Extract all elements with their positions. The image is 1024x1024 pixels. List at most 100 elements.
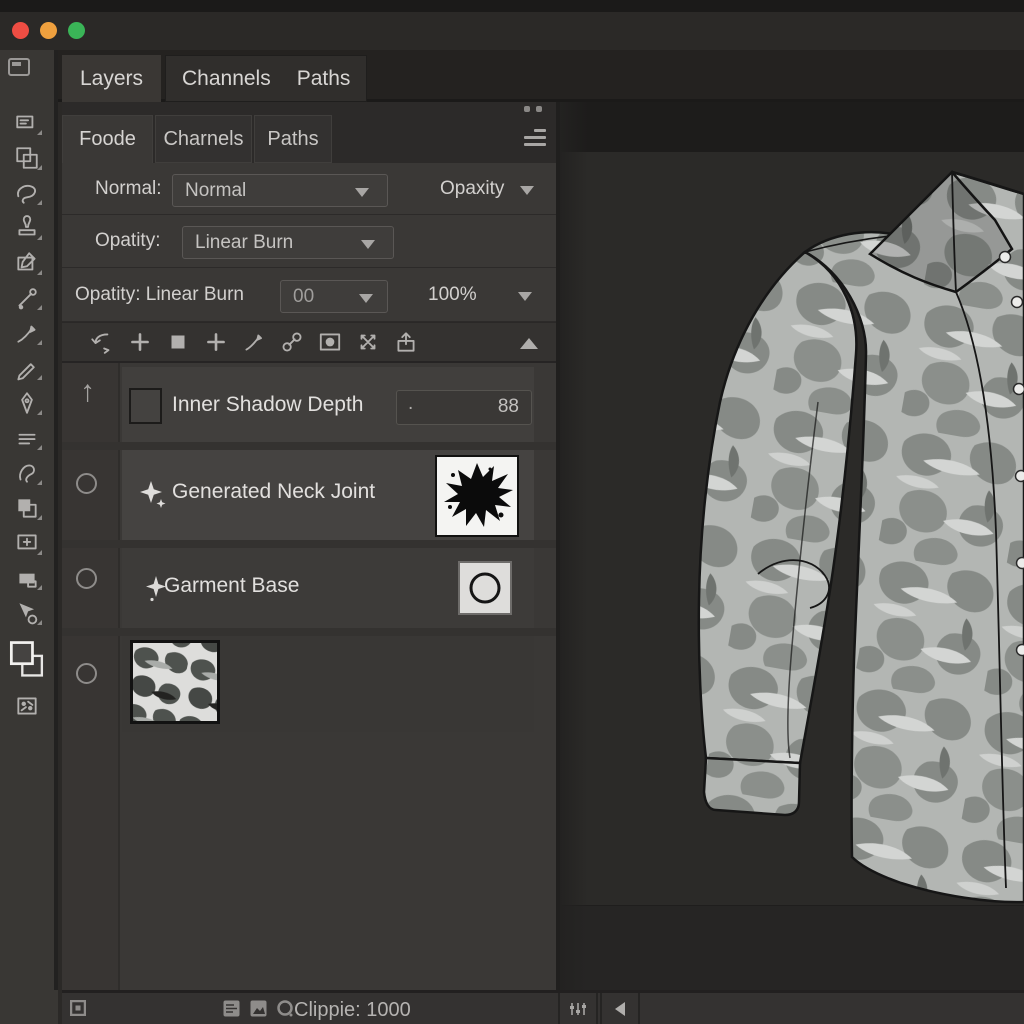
collapse-triangle-icon[interactable] xyxy=(520,338,538,349)
shirt-illustration xyxy=(560,102,1024,990)
shirt-sleeve xyxy=(699,252,857,763)
layer-row-pattern[interactable] xyxy=(122,636,534,732)
brush-icon[interactable] xyxy=(240,329,268,355)
smudge-tool-icon[interactable] xyxy=(9,458,45,487)
lasso-tool-icon[interactable] xyxy=(9,178,45,207)
crop-tool-icon[interactable] xyxy=(9,248,45,277)
layer-row-generated-neck-joint[interactable]: Generated Neck Joint xyxy=(122,450,534,540)
visibility-circle-toggle[interactable] xyxy=(76,568,97,589)
line-tool-icon[interactable] xyxy=(9,423,45,452)
image-icon[interactable] xyxy=(249,999,268,1023)
panel-window-icon[interactable] xyxy=(8,58,30,81)
back-triangle-icon[interactable] xyxy=(600,993,640,1024)
layers-toolbar xyxy=(62,322,556,363)
top-tab-strip: Layers Channels Paths xyxy=(0,50,1024,102)
select-tool-icon[interactable] xyxy=(9,598,45,627)
shirt-cuff xyxy=(704,758,800,815)
opacity-dropdown[interactable]: Linear Burn xyxy=(182,226,394,259)
layers-tool-icon[interactable] xyxy=(9,493,45,522)
chevron-down-icon[interactable] xyxy=(518,292,532,301)
left-toolbar-foot xyxy=(0,990,58,1024)
panel-menu-icon[interactable] xyxy=(522,129,546,149)
pattern-tool-icon[interactable] xyxy=(9,691,45,720)
opacity-value: Linear Burn xyxy=(195,232,293,254)
value-prefix: . xyxy=(408,393,413,415)
add-second-icon[interactable] xyxy=(202,329,230,355)
circle-thumbnail[interactable] xyxy=(458,561,512,615)
fill-value: 00 xyxy=(293,286,314,308)
row-divider xyxy=(62,628,556,636)
chevron-down-icon[interactable] xyxy=(520,186,534,195)
add-icon[interactable] xyxy=(126,329,154,355)
undo-arrow-icon[interactable] xyxy=(88,329,116,355)
stop-record-icon[interactable] xyxy=(70,1000,86,1021)
panel-tab-foode[interactable]: Foode xyxy=(62,115,153,163)
visibility-circle-toggle[interactable] xyxy=(76,663,97,684)
document-icon[interactable] xyxy=(222,999,241,1023)
row-divider xyxy=(62,540,556,548)
value-text: 88 xyxy=(498,396,519,418)
blend-mode-value: Normal xyxy=(185,180,246,202)
layer-name: Garment Base xyxy=(164,574,299,598)
fill-dropdown[interactable]: 00 xyxy=(280,280,388,313)
window-top-edge xyxy=(0,0,1024,12)
layer-row-garment-base[interactable]: Garment Base xyxy=(122,548,534,628)
tab-layers[interactable]: Layers xyxy=(62,55,161,102)
circle-icon[interactable] xyxy=(276,999,295,1023)
shape-tool-icon[interactable] xyxy=(9,563,45,592)
panel-dot-icon xyxy=(524,106,530,112)
blend-mode-label: Normal: xyxy=(95,178,162,200)
left-toolbar-tools xyxy=(0,108,54,720)
link-icon[interactable] xyxy=(278,329,306,355)
sliders-icon[interactable] xyxy=(558,993,598,1024)
export-icon[interactable] xyxy=(392,329,420,355)
tab-group-channels-paths: Channels Paths xyxy=(165,55,367,102)
stop-square-icon[interactable] xyxy=(164,329,192,355)
chevron-down-icon xyxy=(355,188,369,197)
layers-panel: Foode Charnels Paths Normal: Normal Opax… xyxy=(62,102,556,990)
marquee-tool-icon[interactable] xyxy=(9,143,45,172)
healing-brush-tool-icon[interactable] xyxy=(9,283,45,312)
tab-layers-label: Layers xyxy=(80,67,143,91)
status-text: Clippie: 1000 xyxy=(294,999,411,1022)
zoom-button[interactable] xyxy=(68,22,85,39)
visibility-circle-toggle[interactable] xyxy=(76,473,97,494)
layer-checkbox[interactable] xyxy=(129,388,162,424)
panel-header-strip xyxy=(62,102,556,115)
fill-label: Opatity: Linear Burn xyxy=(75,284,244,306)
sparkle-icon xyxy=(139,480,169,515)
close-button[interactable] xyxy=(12,22,29,39)
transform-icon[interactable] xyxy=(354,329,382,355)
ink-splatter-thumbnail[interactable] xyxy=(435,455,519,537)
camo-pattern-thumbnail[interactable] xyxy=(130,640,220,724)
panel-tab-strip: Foode Charnels Paths xyxy=(62,115,556,163)
pencil-tool-icon[interactable] xyxy=(9,353,45,382)
brush-tool-icon[interactable] xyxy=(9,318,45,347)
up-arrow-toggle[interactable]: ↑ xyxy=(80,377,95,407)
pen-tool-icon[interactable] xyxy=(9,388,45,417)
color-swatches[interactable] xyxy=(9,633,45,685)
fill-row: Opatity: Linear Burn 00 100% xyxy=(62,269,556,322)
chevron-down-icon xyxy=(359,294,373,303)
tab-channels[interactable]: Channels xyxy=(182,67,271,91)
artboard-tool-icon[interactable] xyxy=(9,528,45,557)
panel-dot-icon xyxy=(536,106,542,112)
minimize-button[interactable] xyxy=(40,22,57,39)
chevron-down-icon xyxy=(361,240,375,249)
blend-mode-dropdown[interactable]: Normal xyxy=(172,174,388,207)
opacity-row: Opatity: Linear Burn xyxy=(62,216,556,268)
panel-tab-paths[interactable]: Paths xyxy=(254,115,332,163)
panel-tab-foode-label: Foode xyxy=(79,128,136,151)
layer-value-field[interactable]: . 88 xyxy=(396,390,532,425)
canvas-area[interactable] xyxy=(560,102,1024,990)
tab-paths[interactable]: Paths xyxy=(297,67,351,91)
panel-tab-charnels-label: Charnels xyxy=(163,128,243,151)
stamp-tool-icon[interactable] xyxy=(9,213,45,242)
application-window: Layers Channels Paths Foode Charnels Pat… xyxy=(0,0,1024,1024)
layer-row-inner-shadow-depth[interactable]: Inner Shadow Depth . 88 xyxy=(122,367,534,442)
photo-tool-icon[interactable] xyxy=(9,108,45,137)
status-bar: Clippie: 1000 xyxy=(62,990,1024,1024)
mask-icon[interactable] xyxy=(316,329,344,355)
panel-tab-charnels[interactable]: Charnels xyxy=(155,115,252,163)
layer-toggle-column: ↑ xyxy=(62,363,120,990)
